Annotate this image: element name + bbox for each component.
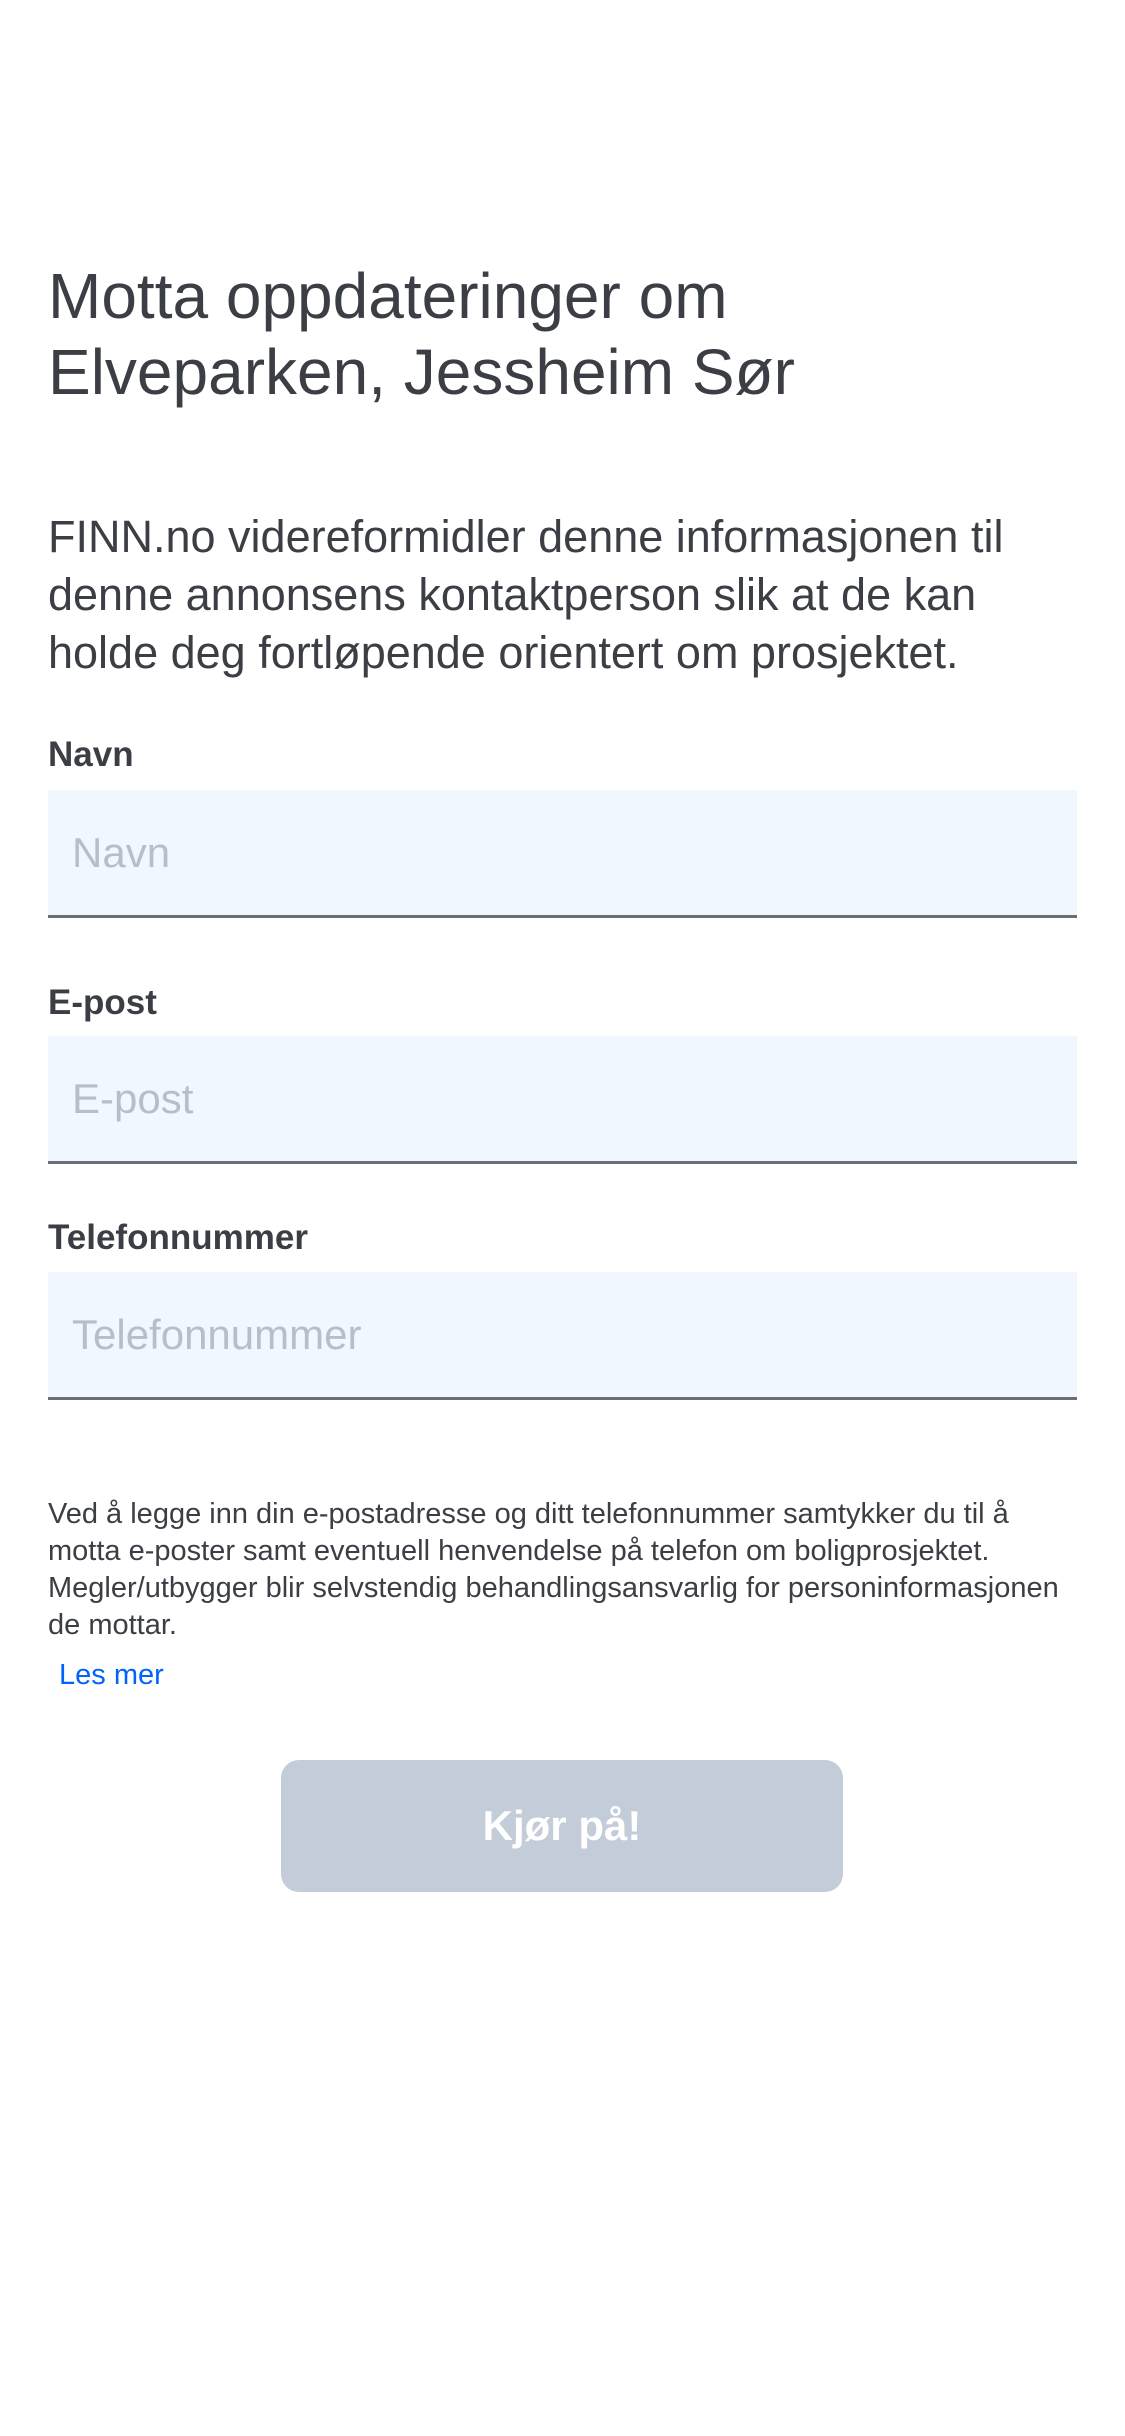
read-more-link[interactable]: Les mer xyxy=(59,1659,164,1692)
email-label: E-post xyxy=(48,983,157,1022)
page-title: Motta oppdateringer om Elveparken, Jessh… xyxy=(48,260,795,408)
page-description: FINN.no videreformidler denne informasjo… xyxy=(48,511,1004,678)
name-input[interactable] xyxy=(48,790,1077,918)
name-label: Navn xyxy=(48,735,134,774)
email-input[interactable] xyxy=(48,1036,1077,1164)
submit-button[interactable]: Kjør på! xyxy=(281,1760,843,1892)
phone-input[interactable] xyxy=(48,1272,1077,1400)
phone-label: Telefonnummer xyxy=(48,1218,308,1257)
consent-text: Ved å legge inn din e-postadresse og dit… xyxy=(48,1498,1059,1641)
